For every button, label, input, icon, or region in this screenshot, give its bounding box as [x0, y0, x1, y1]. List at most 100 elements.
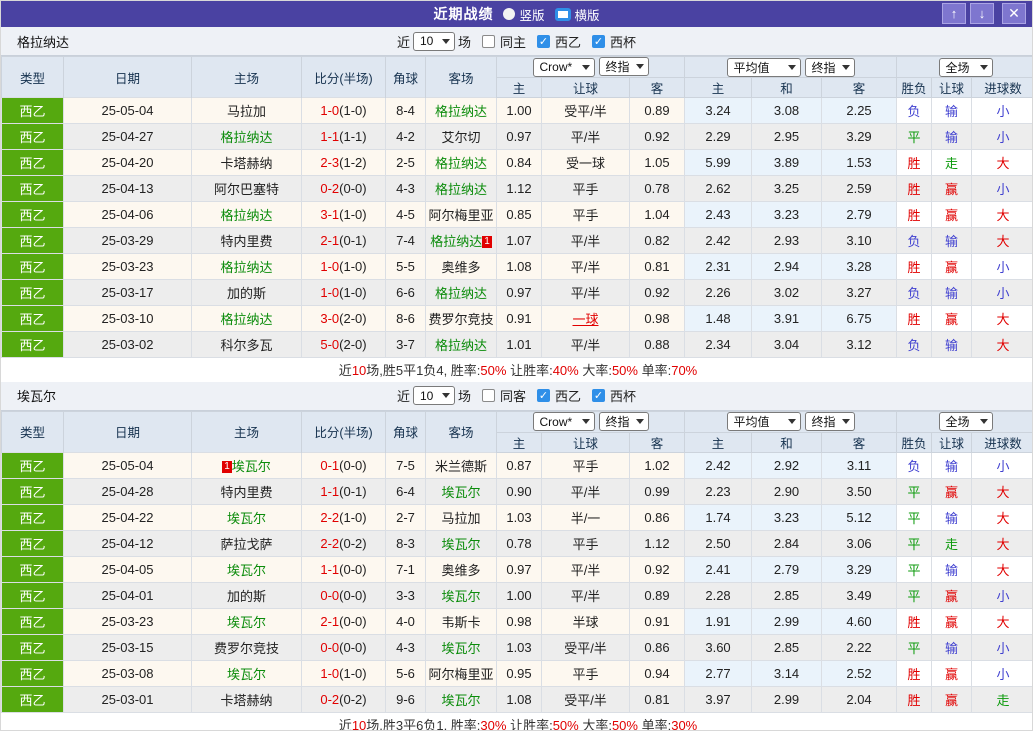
- radio-horizontal-icon[interactable]: [554, 7, 571, 21]
- sub-column-header: 让球: [931, 431, 973, 453]
- sub-column-header: 客: [628, 77, 686, 98]
- away-team-cell: 埃瓦尔: [425, 529, 497, 557]
- goals-result-cell: 大: [971, 555, 1032, 583]
- move-up-button[interactable]: ↑: [942, 3, 966, 24]
- goals-result-cell: 大: [971, 227, 1032, 254]
- goals-result-cell: 大: [971, 201, 1032, 228]
- average-select-value: 平均值: [733, 60, 770, 75]
- halftime-score: (0-0): [339, 181, 367, 196]
- filter-controls: 近 10 场 同主 ✓ 西乙 ✓ 西杯: [1, 31, 1032, 51]
- layout-radio-vertical[interactable]: 竖版: [503, 5, 545, 24]
- away-team-name: 埃瓦尔: [441, 640, 481, 656]
- summary-segment: 50%: [611, 363, 638, 379]
- odds-away-cell: 0.88: [628, 331, 686, 358]
- home-team-name: 埃瓦尔: [226, 510, 266, 526]
- result-cell: 负: [896, 279, 933, 306]
- summary-segment: 场,胜3平6负1, 胜率:: [366, 717, 481, 731]
- avg-draw-cell: 2.94: [751, 253, 823, 280]
- sections-container: 格拉纳达近 10 场同主 ✓ 西乙 ✓ 西杯 类型 日期 主场 比分(半场) 角球 客场 Crow* 终指平…: [1, 27, 1032, 731]
- halftime-score: (0-0): [339, 561, 367, 577]
- sub-column-header: 进球数: [971, 77, 1032, 98]
- avg-draw-cell: 2.79: [751, 555, 823, 583]
- fulltime-score: 0-1: [320, 457, 340, 473]
- odds-stage-select[interactable]: 终指: [598, 412, 649, 431]
- odds-home-cell: 1.07: [496, 227, 542, 254]
- league-checkbox[interactable]: ✓: [537, 389, 550, 402]
- avg-draw-cell: 2.85: [751, 633, 823, 661]
- match-count-select[interactable]: 10: [412, 31, 455, 51]
- type-cell: 西乙: [1, 305, 64, 332]
- radio-vertical-label: 竖版: [519, 8, 545, 23]
- date-cell: 25-04-20: [63, 149, 192, 176]
- home-team-name: 加的斯: [226, 286, 266, 301]
- close-button[interactable]: ✕: [1002, 3, 1026, 24]
- summary-segment: 40%: [552, 363, 579, 379]
- result-cell: 平: [896, 503, 933, 531]
- table-row: 西乙 25-04-12 萨拉戈萨 2-2(0-2) 8-3 埃瓦尔 0.78 平手 1.12 2.…: [1, 529, 1032, 557]
- table-row: 西乙 25-03-10 格拉纳达 3-0(2-0) 8-6 费罗尔竞技 0.91 一球 0.98…: [1, 305, 1032, 332]
- away-team-name: 格拉纳达: [434, 156, 487, 171]
- goals-result-cell: 走: [971, 685, 1032, 713]
- type-cell: 西乙: [1, 503, 64, 531]
- avg-home-cell: 3.24: [684, 97, 753, 124]
- scope-select[interactable]: 全场: [938, 412, 993, 431]
- halftime-score: (1-0): [339, 259, 367, 274]
- halftime-score: (1-0): [339, 207, 367, 222]
- summary-segment: 让胜率:: [506, 717, 553, 731]
- odds-stage-select-2[interactable]: 终指: [804, 57, 855, 77]
- average-select-chevron-down-icon: [787, 419, 796, 424]
- move-down-button[interactable]: ↓: [970, 3, 994, 24]
- summary-row: 近10场,胜3平6负1, 胜率:30% 让胜率:50% 大率:50% 单率:30…: [1, 712, 1032, 731]
- away-team-name: 格拉纳达: [434, 182, 487, 197]
- avg-draw-cell: 2.99: [751, 607, 823, 635]
- odds-away-cell: 0.92: [628, 555, 686, 583]
- score-cell: 0-2(0-2): [301, 685, 386, 713]
- home-team-cell: 埃瓦尔: [191, 555, 302, 583]
- avg-draw-cell: 3.25: [751, 175, 823, 202]
- home-team-cell: 卡塔赫纳: [191, 685, 302, 713]
- corner-cell: 5-5: [385, 253, 426, 280]
- odds-stage-select[interactable]: 终指: [598, 57, 649, 77]
- date-cell: 25-03-01: [63, 685, 192, 713]
- average-odds-group-header: 平均值 终指: [684, 56, 898, 78]
- away-team-name: 格拉纳达: [434, 286, 487, 301]
- avg-away-cell: 5.12: [821, 503, 898, 531]
- corner-cell: 7-5: [385, 451, 426, 479]
- radio-vertical-icon[interactable]: [503, 8, 516, 20]
- table-row: 西乙 25-03-01 卡塔赫纳 0-2(0-2) 9-6 埃瓦尔 1.08 受平/半 0.81…: [1, 685, 1032, 713]
- odds-stage-select-2[interactable]: 终指: [804, 412, 855, 431]
- average-select[interactable]: 平均值: [726, 57, 801, 77]
- odds-home-cell: 1.12: [496, 175, 542, 202]
- away-team-name: 埃瓦尔: [441, 536, 481, 552]
- score-cell: 0-1(0-0): [301, 451, 386, 479]
- halftime-score: (0-2): [339, 691, 367, 707]
- odds-home-cell: 0.84: [496, 149, 542, 176]
- home-team-name: 格拉纳达: [220, 208, 273, 223]
- odds-away-cell: 0.86: [628, 503, 686, 531]
- handicap-result-cell: 赢: [931, 477, 973, 505]
- bookmaker-select[interactable]: Crow*: [532, 57, 595, 77]
- column-header: 角球: [385, 410, 426, 452]
- away-team-cell: 费罗尔竞技: [425, 305, 497, 332]
- home-team-cell: 格拉纳达: [191, 253, 302, 280]
- cup-checkbox[interactable]: ✓: [592, 389, 606, 402]
- type-cell: 西乙: [1, 659, 64, 687]
- same-venue-checkbox[interactable]: [481, 34, 495, 48]
- date-cell: 25-04-27: [63, 123, 192, 150]
- same-venue-checkbox[interactable]: [481, 389, 495, 402]
- corner-cell: 5-6: [385, 659, 426, 687]
- match-count-select[interactable]: 10: [412, 386, 455, 405]
- handicap-result-cell: 走: [931, 529, 973, 557]
- goals-result-cell: 小: [971, 659, 1032, 687]
- layout-radio-horizontal[interactable]: 横版: [554, 5, 600, 24]
- cup-checkbox[interactable]: ✓: [592, 34, 606, 48]
- goals-result-cell: 大: [971, 149, 1032, 176]
- league-checkbox[interactable]: ✓: [537, 34, 550, 48]
- average-select[interactable]: 平均值: [726, 412, 801, 431]
- scope-select[interactable]: 全场: [938, 57, 993, 77]
- avg-draw-cell: 2.95: [751, 123, 823, 150]
- date-cell: 25-03-10: [63, 305, 192, 332]
- bookmaker-select[interactable]: Crow*: [532, 412, 595, 431]
- result-cell: 平: [896, 123, 933, 150]
- fulltime-score: 3-1: [320, 207, 340, 222]
